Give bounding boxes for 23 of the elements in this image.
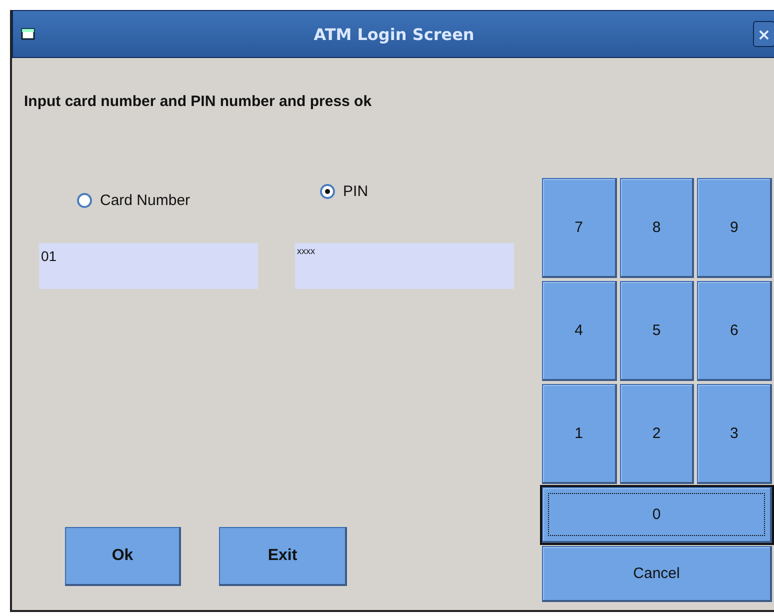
keypad-key[interactable]: 2 [620,384,694,484]
keypad-key[interactable]: 3 [697,384,772,484]
keypad-key[interactable]: 4 [542,281,617,381]
close-button[interactable]: × [753,21,774,47]
instruction-text: Input card number and PIN number and press ok [24,93,373,110]
radio-icon[interactable] [77,193,92,208]
keypad-key[interactable]: 7 [542,178,617,278]
action-button[interactable]: Ok [65,527,181,586]
action-button[interactable]: Exit [219,527,347,586]
keypad-key[interactable]: Cancel [542,546,772,602]
input-field[interactable]: xxxx [295,243,514,289]
keypad-key[interactable]: 1 [542,384,617,484]
radio-option[interactable]: Card Number [77,192,190,209]
radio-icon[interactable] [320,184,336,199]
keypad-key[interactable]: 5 [620,281,694,381]
radio-option[interactable]: PIN [320,174,368,209]
keypad-key[interactable]: 9 [697,178,772,278]
keypad-key[interactable]: 8 [620,178,694,278]
keypad-key[interactable]: 6 [697,281,772,381]
keypad-key[interactable]: 0 [542,487,772,543]
window-icon [21,27,35,41]
input-field[interactable]: 01 [39,243,258,289]
window-title: ATM Login Screen [312,24,476,44]
